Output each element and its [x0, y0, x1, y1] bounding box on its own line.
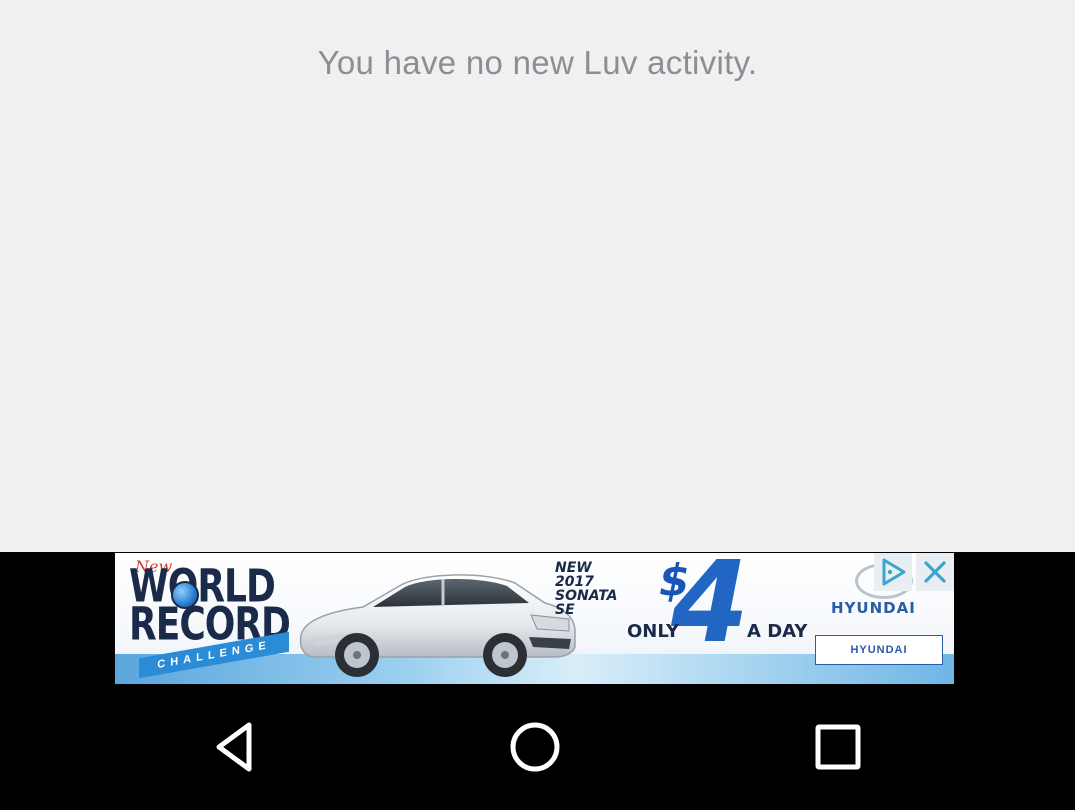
back-button[interactable] [202, 715, 266, 779]
ad-choices-icon[interactable] [874, 553, 912, 591]
recents-icon [815, 724, 861, 770]
car-image [299, 574, 576, 677]
close-icon[interactable] [916, 553, 954, 591]
system-navigation-bar [0, 687, 1075, 810]
ad-price-suffix: A DAY [747, 621, 808, 642]
ad-price-value: 4 [671, 553, 749, 668]
home-icon [510, 722, 560, 772]
app-screen: You have no new Luv activity. New WORLD … [0, 0, 1075, 810]
home-button[interactable] [503, 715, 567, 779]
back-icon [216, 722, 252, 772]
close-glyph [924, 561, 946, 583]
ad-world-record-logo: New WORLD RECORD CHALLENGE [121, 557, 293, 679]
empty-activity-message: You have no new Luv activity. [317, 44, 758, 81]
ad-choices-glyph [882, 558, 906, 586]
ad-banner[interactable]: New WORLD RECORD CHALLENGE NEW 2017 SONA… [115, 553, 954, 684]
recents-button[interactable] [806, 715, 870, 779]
ad-price-prefix: ONLY [627, 621, 680, 642]
ad-container: New WORLD RECORD CHALLENGE NEW 2017 SONA… [0, 552, 1075, 687]
ad-brand: HYUNDAI [831, 599, 916, 617]
luv-activity-panel: You have no new Luv activity. [0, 0, 1075, 552]
ad-headline: NEW 2017 SONATA SE [555, 560, 618, 618]
ad-dealer-badge: HYUNDAI [815, 635, 943, 665]
